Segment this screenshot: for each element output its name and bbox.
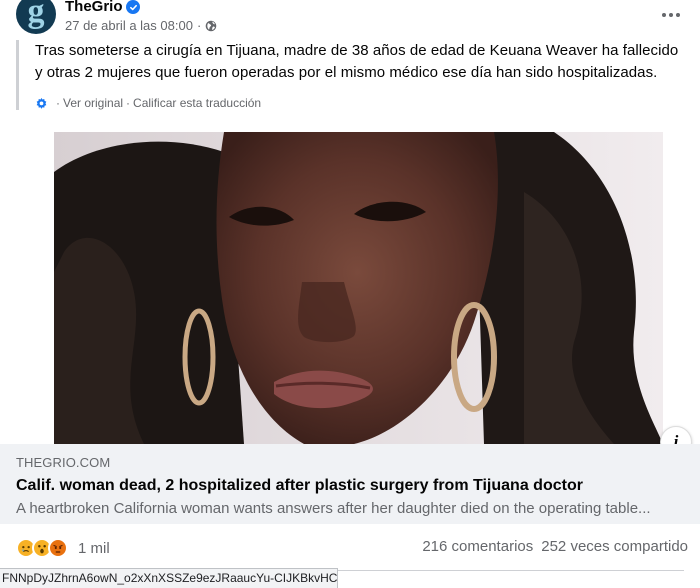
post-stats: 216 comentarios 252 veces compartido [422, 538, 688, 555]
link-domain: THEGRIO.COM [16, 455, 111, 470]
globe-icon [205, 20, 217, 31]
link-separator: · [56, 96, 60, 110]
post-text: Tras someterse a cirugía en Tijuana, mad… [35, 42, 679, 81]
reaction-count: 1 mil [78, 539, 110, 557]
link-description: A heartbroken California woman wants ans… [16, 500, 651, 517]
verified-badge-icon [126, 0, 140, 14]
page-avatar[interactable]: g [16, 0, 56, 34]
translated-post: Tras someterse a cirugía en Tijuana, mad… [16, 40, 688, 110]
angry-emoji-icon [48, 538, 68, 558]
gear-icon [36, 97, 47, 109]
status-bar-url: FNNpDyJZhrnA6owN_o2xXnXSSZe9ezJRaaucYu-C… [0, 568, 338, 588]
more-dot-icon [662, 13, 666, 17]
post-card: g TheGrio 27 de abril a las 08:00 · Tras… [0, 0, 700, 588]
more-options-button[interactable] [656, 4, 686, 26]
link-title: Calif. woman dead, 2 hospitalized after … [16, 477, 583, 494]
translation-links: · Ver original · Calificar esta traducci… [35, 96, 688, 110]
stats-gap [533, 538, 541, 555]
link-separator: · [126, 96, 131, 110]
comments-count[interactable]: 216 comentarios [422, 538, 533, 555]
more-dot-icon [669, 13, 673, 17]
avatar-letter: g [27, 0, 45, 30]
link-preview-meta[interactable]: THEGRIO.COM Calif. woman dead, 2 hospita… [0, 444, 700, 524]
link-preview-image[interactable] [54, 132, 663, 444]
more-dot-icon [676, 13, 680, 17]
rate-translation-link[interactable]: Calificar esta traducción [133, 96, 261, 110]
see-original-link[interactable]: Ver original [63, 96, 123, 110]
post-timestamp[interactable]: 27 de abril a las 08:00 [65, 18, 193, 33]
post-meta: 27 de abril a las 08:00 · [65, 18, 217, 33]
page-name[interactable]: TheGrio [65, 0, 123, 15]
reactions-summary[interactable]: 1 mil [16, 537, 110, 559]
meta-separator: · [196, 18, 202, 33]
shares-count[interactable]: 252 veces compartido [541, 538, 688, 555]
